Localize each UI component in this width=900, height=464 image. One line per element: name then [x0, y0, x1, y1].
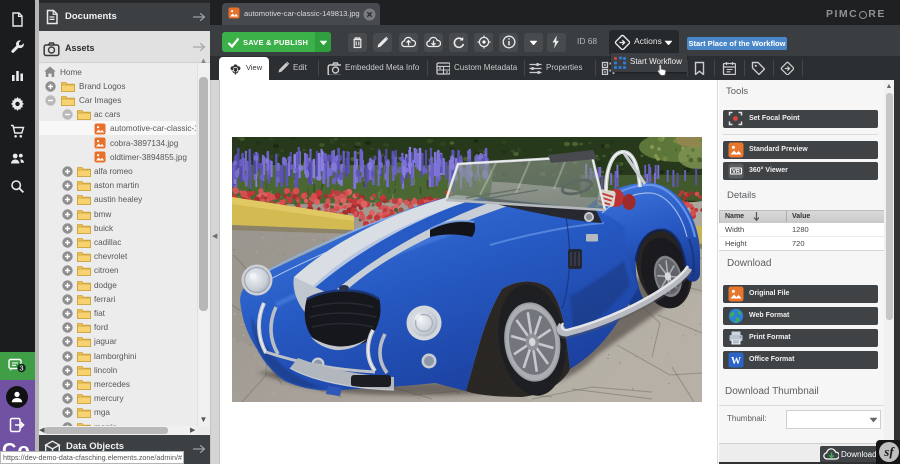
svg-text:VR: VR	[732, 169, 740, 175]
svg-text:W: W	[731, 356, 741, 367]
svg-text:3: 3	[19, 364, 23, 373]
